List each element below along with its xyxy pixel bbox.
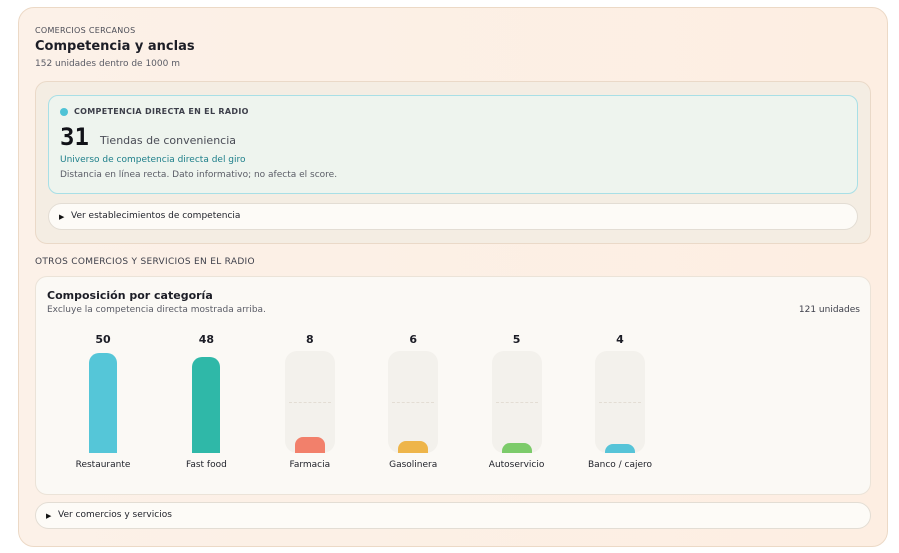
disclosure-triangle-icon: ▶	[59, 213, 65, 221]
bar-category-label: Fast food	[185, 460, 227, 470]
bar-category-label: Farmacia	[289, 460, 331, 470]
status-dot-icon	[60, 108, 68, 116]
bar-column: 50 Restaurante	[53, 333, 153, 473]
nearby-businesses-panel: COMERCIOS CERCANOS Competencia y anclas …	[18, 7, 888, 547]
bar-midline	[495, 402, 538, 403]
competition-details-toggle[interactable]: ▶ Ver establecimientos de competencia	[48, 203, 858, 230]
direct-competition-card: COMPETENCIA DIRECTA EN EL RADIO 31 Tiend…	[48, 95, 858, 194]
bar-track	[595, 351, 645, 453]
competition-note: Distancia en línea recta. Dato informati…	[60, 170, 338, 180]
competition-eyebrow: COMPETENCIA DIRECTA EN EL RADIO	[74, 107, 249, 116]
bar-column: 8 Farmacia	[260, 333, 360, 473]
bar-category-label: Autoservicio	[488, 460, 545, 470]
category-card-title: Composición por categoría	[47, 289, 213, 302]
bar-track	[181, 351, 231, 453]
services-details-label: Ver comercios y servicios	[58, 510, 172, 520]
bar-midline	[288, 402, 331, 403]
services-details-toggle[interactable]: ▶ Ver comercios y servicios	[35, 502, 871, 529]
bar-column: 5 Autoservicio	[467, 333, 567, 473]
bar-track	[284, 351, 335, 453]
competition-section: COMPETENCIA DIRECTA EN EL RADIO 31 Tiend…	[35, 81, 871, 244]
bar-value-label: 48	[198, 333, 215, 346]
category-composition-card: Composición por categoría Excluye la com…	[35, 276, 871, 495]
competition-universe-link[interactable]: Universo de competencia directa del giro	[60, 155, 246, 165]
bar-value-label: 50	[95, 333, 111, 346]
bar-track	[491, 351, 542, 453]
category-card-subtitle: Excluye la competencia directa mostrada …	[47, 305, 266, 315]
bar-category-label: Banco / cajero	[587, 460, 653, 470]
bar-column: 4 Banco / cajero	[570, 333, 670, 473]
bar-category-label: Gasolinera	[389, 460, 438, 470]
bar-value-label: 5	[512, 333, 521, 346]
section-eyebrow: COMERCIOS CERCANOS	[35, 26, 136, 35]
bar	[192, 357, 221, 453]
bar-column: 48 Fast food	[156, 333, 256, 473]
disclosure-triangle-icon: ▶	[46, 512, 52, 520]
competition-details-label: Ver establecimientos de competencia	[71, 211, 241, 221]
bar-midline	[392, 402, 435, 403]
bar-track	[78, 351, 128, 453]
bar-track	[388, 351, 439, 453]
others-heading: OTROS COMERCIOS Y SERVICIOS EN EL RADIO	[35, 257, 255, 267]
bar-category-label: Restaurante	[75, 460, 131, 470]
bar-value-label: 4	[616, 333, 624, 346]
bar	[605, 444, 635, 453]
competition-label: Tiendas de conveniencia	[100, 134, 237, 147]
category-total: 121 unidades	[798, 305, 860, 315]
panel-title: Competencia y anclas	[35, 39, 195, 54]
bar	[89, 353, 117, 453]
bar-column: 6 Gasolinera	[363, 333, 463, 473]
page: COMERCIOS CERCANOS Competencia y anclas …	[0, 0, 899, 553]
panel-subtitle: 152 unidades dentro de 1000 m	[35, 59, 180, 69]
bar-value-label: 6	[409, 333, 418, 346]
bar-midline	[599, 402, 641, 403]
bar	[501, 443, 532, 453]
bar	[294, 437, 325, 453]
competition-count: 31	[60, 123, 89, 151]
bar-value-label: 8	[305, 333, 314, 346]
bar	[398, 441, 429, 453]
